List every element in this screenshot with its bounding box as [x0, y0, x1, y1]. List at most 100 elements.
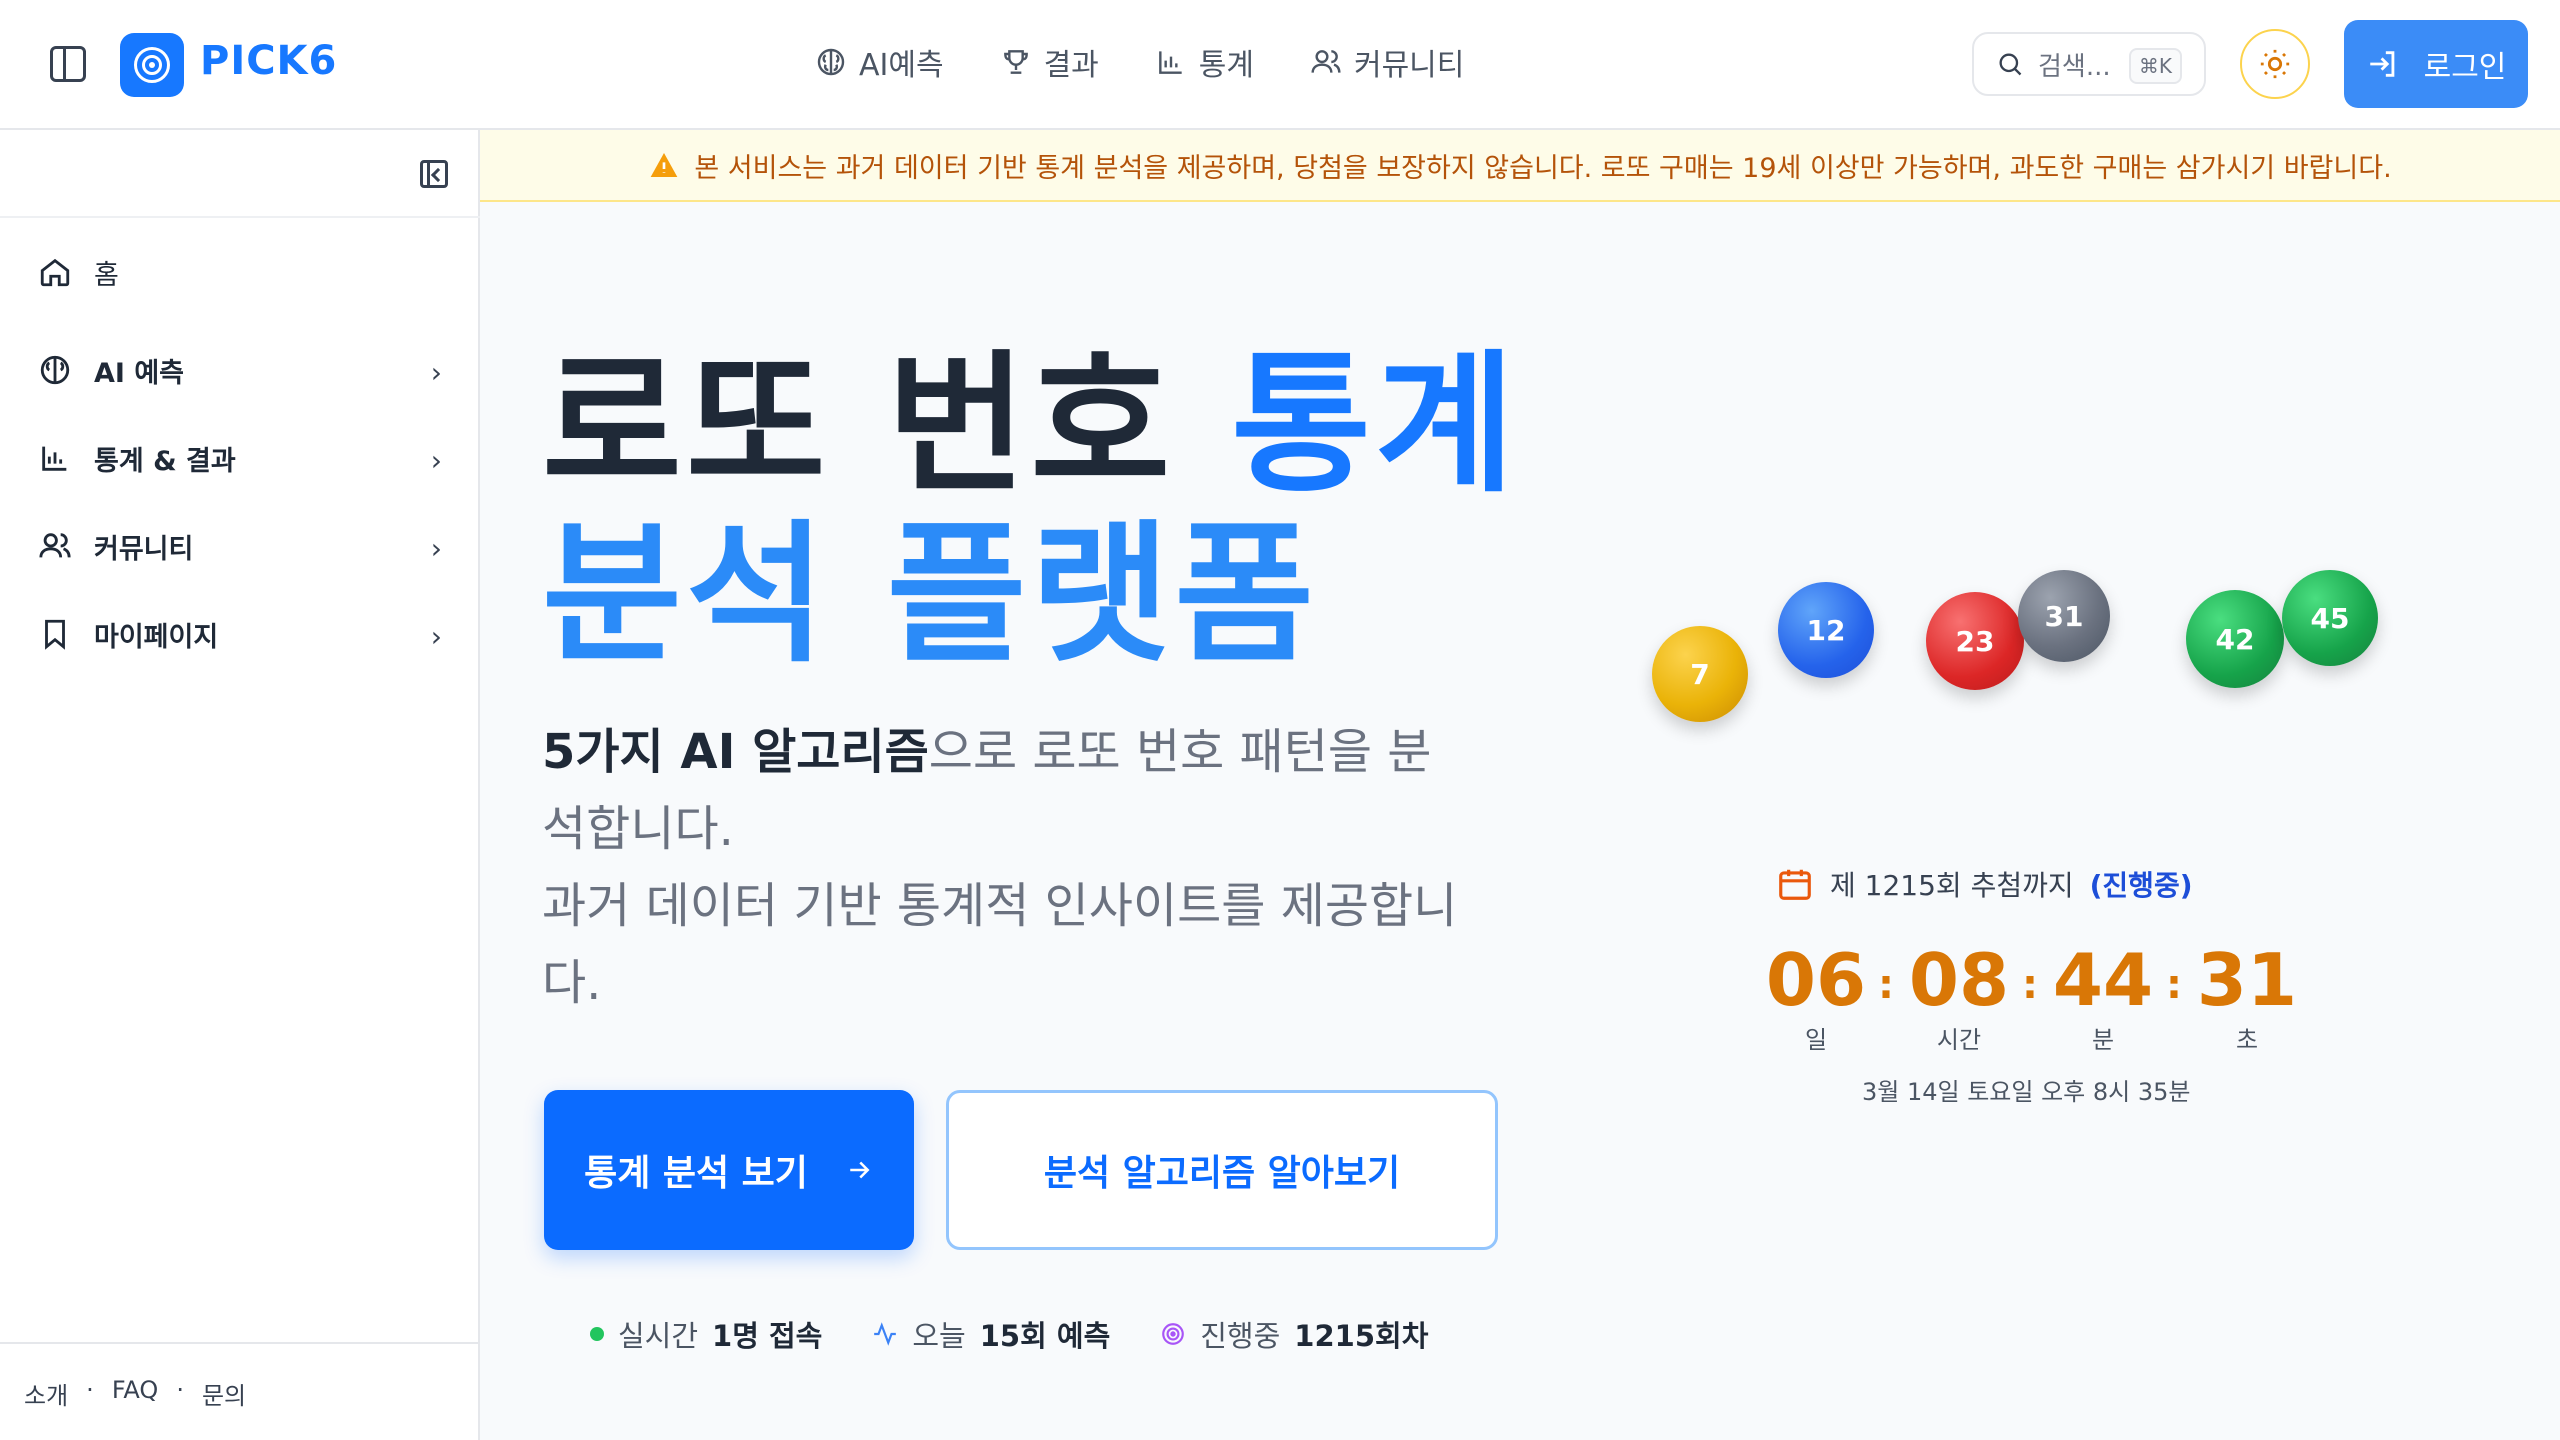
theme-toggle-button[interactable]	[2240, 29, 2310, 99]
sidebar-toggle-icon[interactable]	[50, 46, 86, 82]
sun-icon	[2260, 49, 2290, 79]
countdown-seconds: 31 초	[2182, 940, 2312, 1055]
collapse-sidebar-icon[interactable]	[420, 160, 448, 188]
lotto-ball: 45	[2282, 570, 2378, 666]
sidebar: 홈 AI 예측 › 통계 & 결과 › 커뮤니티 › 마이페이지 › 소개 · …	[0, 130, 480, 1440]
hero-subtitle: 5가지 AI 알고리즘으로 로또 번호 패턴을 분석합니다. 과거 데이터 기반…	[542, 714, 1472, 1022]
stat-ongoing-label: 진행중	[1200, 1319, 1281, 1353]
sidebar-item-community[interactable]: 커뮤니티 ›	[38, 518, 442, 574]
search-input[interactable]: 검색... ⌘K	[1972, 32, 2206, 96]
login-label: 로그인	[2423, 50, 2507, 85]
lotto-ball: 42	[2186, 590, 2284, 688]
footer-link-about[interactable]: 소개	[24, 1376, 68, 1411]
sidebar-item-home[interactable]: 홈	[38, 244, 442, 300]
disclaimer-text: 본 서비스는 과거 데이터 기반 통계 분석을 제공하며, 당첨을 보장하지 않…	[694, 152, 2392, 184]
hero-title: 로또 번호 통계 분석 플랫폼	[542, 340, 1519, 680]
countdown-seconds-label: 초	[2235, 1026, 2259, 1054]
nav-results[interactable]: 결과	[1000, 40, 1099, 84]
countdown-hours-label: 시간	[1936, 1026, 1982, 1054]
draw-date: 3월 14일 토요일 오후 8시 35분	[1862, 1078, 2191, 1106]
home-icon	[40, 258, 70, 287]
nav-stats[interactable]: 통계	[1155, 40, 1254, 84]
countdown-minutes: 44 분	[2038, 940, 2168, 1055]
lotto-ball: 31	[2018, 570, 2110, 662]
hero-title-part2: 통계	[1231, 336, 1519, 513]
login-button[interactable]: 로그인	[2344, 20, 2528, 108]
chart-icon	[42, 446, 67, 471]
search-placeholder: 검색...	[2038, 51, 2111, 82]
nav-ai-label: AI예측	[859, 48, 944, 83]
countdown-separator: :	[2166, 962, 2182, 1008]
learn-algorithm-label: 분석 알고리즘 알아보기	[1043, 1153, 1401, 1194]
draw-label: 제 1215회 추첨까지	[1830, 869, 2074, 902]
hero-subtitle-bold: 5가지 AI 알고리즘	[542, 724, 929, 780]
stat-today: 오늘 15회 예측	[872, 1313, 1110, 1355]
chevron-right-icon: ›	[430, 620, 442, 653]
countdown-hours-value: 08	[1908, 938, 2010, 1022]
nav-ai-prediction[interactable]: AI예측	[815, 40, 944, 84]
sidebar-item-label: AI 예측	[94, 357, 185, 389]
chart-icon	[1158, 51, 1182, 74]
sidebar-item-label: 통계 & 결과	[94, 445, 236, 477]
footer-link-faq[interactable]: FAQ	[112, 1376, 159, 1411]
hero-title-part1: 로또 번호	[542, 336, 1232, 513]
login-icon	[2369, 51, 2394, 77]
chevron-right-icon: ›	[430, 444, 442, 477]
target-icon	[1162, 1323, 1185, 1345]
countdown-separator: :	[1878, 962, 1894, 1008]
draw-countdown-header: 제 1215회 추첨까지 (진행중)	[1776, 864, 2193, 904]
sidebar-item-mypage[interactable]: 마이페이지 ›	[38, 606, 442, 662]
stat-ongoing: 진행중 1215회차	[1160, 1313, 1428, 1355]
sidebar-item-label: 마이페이지	[94, 621, 219, 653]
stat-live-value: 1명 접속	[712, 1319, 823, 1353]
stat-today-value: 15회 예측	[979, 1319, 1111, 1353]
countdown-minutes-label: 분	[2091, 1026, 2115, 1054]
sidebar-item-stats[interactable]: 통계 & 결과 ›	[38, 430, 442, 486]
users-icon	[1311, 50, 1341, 73]
logo-icon[interactable]	[120, 33, 184, 97]
sidebar-footer-divider	[0, 1342, 480, 1344]
footer-separator: ·	[86, 1376, 94, 1404]
sidebar-item-ai-prediction[interactable]: AI 예측 ›	[38, 342, 442, 398]
learn-algorithm-button[interactable]: 분석 알고리즘 알아보기	[946, 1090, 1498, 1250]
search-icon	[1999, 53, 2022, 76]
countdown-days-label: 일	[1804, 1026, 1828, 1054]
sidebar-item-label: 커뮤니티	[94, 533, 194, 565]
nav-results-label: 결과	[1043, 48, 1099, 83]
logo-text[interactable]: PICK6	[200, 38, 337, 84]
sidebar-footer: 소개 · FAQ · 문의	[24, 1376, 246, 1411]
stat-ongoing-value: 1215회차	[1294, 1319, 1429, 1353]
users-icon	[39, 533, 71, 558]
hero-subtitle-line2: 과거 데이터 기반 통계적 인사이트를 제공합니다.	[542, 878, 1458, 1011]
nav-stats-label: 통계	[1198, 48, 1254, 83]
nav-community[interactable]: 커뮤니티	[1310, 40, 1464, 84]
stat-today-label: 오늘	[912, 1319, 966, 1353]
main-nav: AI예측 결과 통계 커뮤니티	[815, 40, 1464, 84]
lotto-ball: 12	[1778, 582, 1874, 678]
warning-icon	[651, 153, 678, 177]
search-shortcut: ⌘K	[2128, 48, 2182, 84]
trophy-icon	[1003, 50, 1028, 74]
bookmark-icon	[45, 619, 65, 650]
top-header: PICK6 AI예측 결과 통계 커뮤니티 검색... ⌘K 로그인	[0, 0, 2560, 130]
countdown-minutes-value: 44	[2052, 938, 2154, 1022]
sidebar-divider	[0, 216, 480, 218]
chevron-right-icon: ›	[430, 532, 442, 565]
brain-icon	[817, 48, 845, 76]
view-stats-button[interactable]: 통계 분석 보기	[544, 1090, 914, 1250]
countdown-days: 06 일	[1751, 940, 1881, 1055]
nav-community-label: 커뮤니티	[1353, 48, 1465, 83]
sidebar-item-label: 홈	[94, 259, 119, 291]
live-dot-icon	[590, 1327, 604, 1341]
chevron-right-icon: ›	[430, 356, 442, 389]
view-stats-label: 통계 분석 보기	[584, 1153, 808, 1194]
stat-live: 실시간 1명 접속	[590, 1313, 822, 1355]
footer-link-contact[interactable]: 문의	[202, 1376, 246, 1411]
hero-title-part3: 분석 플랫폼	[542, 506, 1319, 683]
footer-separator: ·	[176, 1376, 184, 1404]
countdown-separator: :	[2022, 962, 2038, 1008]
live-stats: 실시간 1명 접속 오늘 15회 예측 진행중 1215회차	[590, 1313, 1428, 1355]
draw-status: (진행중)	[2089, 869, 2193, 902]
countdown-seconds-value: 31	[2196, 938, 2298, 1022]
countdown-hours: 08 시간	[1894, 940, 2024, 1055]
